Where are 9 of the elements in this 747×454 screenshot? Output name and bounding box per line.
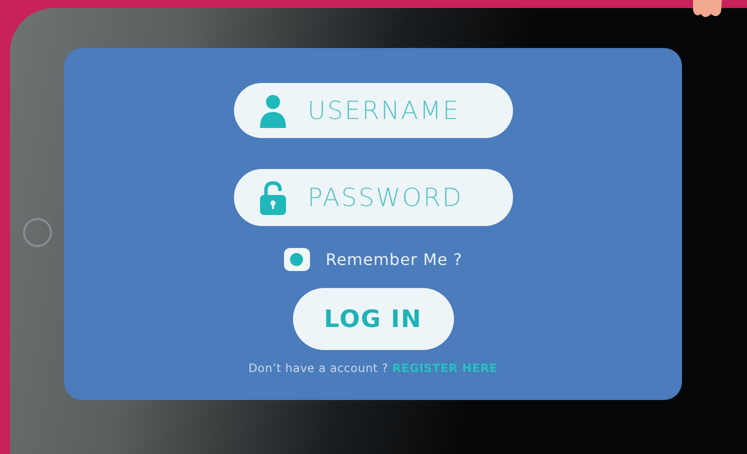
register-link[interactable]: REGISTER HERE: [392, 361, 498, 375]
username-field[interactable]: USERNAME: [234, 83, 512, 138]
user-icon: [258, 94, 288, 128]
remember-checkbox[interactable]: [284, 248, 310, 271]
login-button[interactable]: LOG IN: [292, 288, 454, 350]
remember-label: Remember Me ?: [326, 250, 462, 269]
password-field[interactable]: PASSWORD: [234, 169, 512, 226]
signup-text: Don’t have a account ? REGISTER HERE: [248, 361, 498, 375]
lock-icon: [258, 180, 288, 214]
